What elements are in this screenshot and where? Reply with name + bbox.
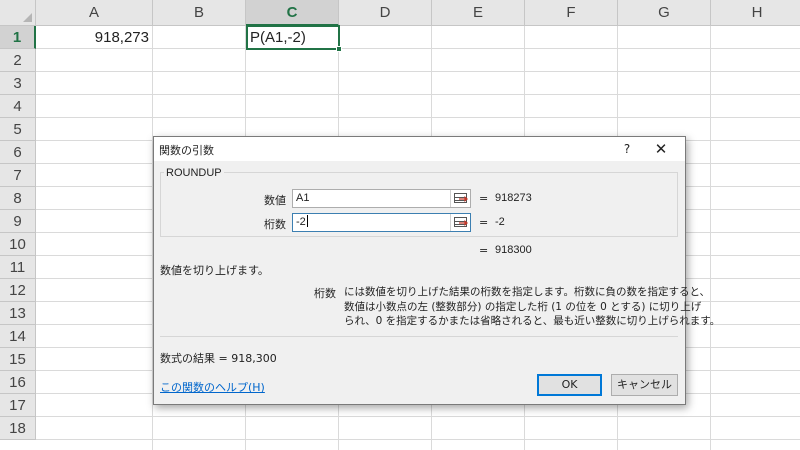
- formula-result-label: 数式の結果 =: [160, 352, 228, 365]
- row-header-10[interactable]: 10: [0, 233, 36, 256]
- column-header-e[interactable]: E: [432, 0, 525, 26]
- row-header-12[interactable]: 12: [0, 279, 36, 302]
- arg-number-input[interactable]: A1: [292, 189, 471, 208]
- row-header-4[interactable]: 4: [0, 95, 36, 118]
- arg-help-line: 数値は小数点の左 (整数部分) の指定した桁 (1 の位を 0 とする) に切り…: [344, 300, 702, 313]
- column-header-h[interactable]: H: [711, 0, 800, 26]
- row-header-14[interactable]: 14: [0, 325, 36, 348]
- fill-handle[interactable]: [336, 46, 342, 52]
- column-gridline: [710, 26, 711, 450]
- arg-digits-label: 桁数: [264, 218, 286, 231]
- arg-help-name: 桁数: [314, 287, 336, 300]
- formula-result-value: 918,300: [231, 352, 277, 365]
- row-header-13[interactable]: 13: [0, 302, 36, 325]
- help-button[interactable]: ?: [617, 139, 637, 159]
- row-header-7[interactable]: 7: [0, 164, 36, 187]
- column-header-c[interactable]: C: [246, 0, 339, 26]
- formula-result: 数式の結果 = 918,300: [160, 350, 277, 366]
- row-header-18[interactable]: 18: [0, 417, 36, 440]
- row-header-6[interactable]: 6: [0, 141, 36, 164]
- row-gridline: [36, 117, 800, 118]
- arg-help-line: られ、0 を指定するかまたは省略されると、最も近い整数に切り上げられます。: [344, 315, 721, 327]
- row-header-16[interactable]: 16: [0, 371, 36, 394]
- ok-button[interactable]: OK: [537, 374, 602, 396]
- row-header-17[interactable]: 17: [0, 394, 36, 417]
- column-header-d[interactable]: D: [339, 0, 432, 26]
- arg-number-ref-button[interactable]: [450, 190, 470, 207]
- row-gridline: [36, 416, 800, 417]
- row-header-11[interactable]: 11: [0, 256, 36, 279]
- dialog-divider: [160, 336, 678, 337]
- text-caret: [306, 215, 308, 227]
- row-gridline: [36, 71, 800, 72]
- row-header-9[interactable]: 9: [0, 210, 36, 233]
- column-header-g[interactable]: G: [618, 0, 711, 26]
- row-header-8[interactable]: 8: [0, 187, 36, 210]
- dialog-titlebar[interactable]: 関数の引数 ? ✕: [154, 137, 685, 161]
- function-arguments-dialog: 関数の引数 ? ✕ ROUNDUP 数値 A1 = 918273 桁数 -2 =…: [153, 136, 721, 405]
- cell-c1-active[interactable]: P(A1,-2): [246, 25, 342, 52]
- function-result-equals: =: [479, 244, 489, 257]
- column-header-a[interactable]: A: [36, 0, 153, 26]
- row-gridline: [36, 94, 800, 95]
- arg-digits-equals: =: [479, 216, 489, 229]
- arg-help-text: には数値を切り上げた結果の桁数を指定します。桁数に負の数を指定すると、 数値は小…: [344, 285, 721, 329]
- arg-digits-input[interactable]: -2: [292, 213, 471, 232]
- row-header-5[interactable]: 5: [0, 118, 36, 141]
- cell-a1[interactable]: 918,273: [36, 26, 153, 49]
- arg-digits-value: -2: [296, 216, 306, 228]
- function-name-label: ROUNDUP: [164, 167, 224, 179]
- row-header-15[interactable]: 15: [0, 348, 36, 371]
- function-result-value: 918300: [495, 244, 532, 256]
- arg-digits-ref-button[interactable]: [450, 214, 470, 231]
- function-description: 数値を切り上げます。: [160, 264, 269, 277]
- arg-digits-result: -2: [495, 216, 505, 228]
- column-header-f[interactable]: F: [525, 0, 618, 26]
- arg-number-result: 918273: [495, 192, 532, 204]
- row-header-1[interactable]: 1: [0, 26, 36, 49]
- row-header-3[interactable]: 3: [0, 72, 36, 95]
- cell-c1-content: P(A1,-2): [250, 29, 306, 46]
- cancel-button[interactable]: キャンセル: [611, 374, 678, 396]
- arg-number-label: 数値: [264, 194, 286, 207]
- function-help-link[interactable]: この関数のヘルプ(H): [160, 379, 265, 395]
- arg-help-line: には数値を切り上げた結果の桁数を指定します。桁数に負の数を指定すると、: [344, 286, 711, 298]
- row-gridline: [36, 439, 800, 440]
- row-header-2[interactable]: 2: [0, 49, 36, 72]
- dialog-title: 関数の引数: [159, 144, 214, 157]
- arg-number-equals: =: [479, 192, 489, 205]
- arg-number-value: A1: [296, 192, 310, 204]
- close-button[interactable]: ✕: [649, 139, 673, 159]
- column-header-b[interactable]: B: [153, 0, 246, 26]
- select-all-corner[interactable]: [0, 0, 36, 26]
